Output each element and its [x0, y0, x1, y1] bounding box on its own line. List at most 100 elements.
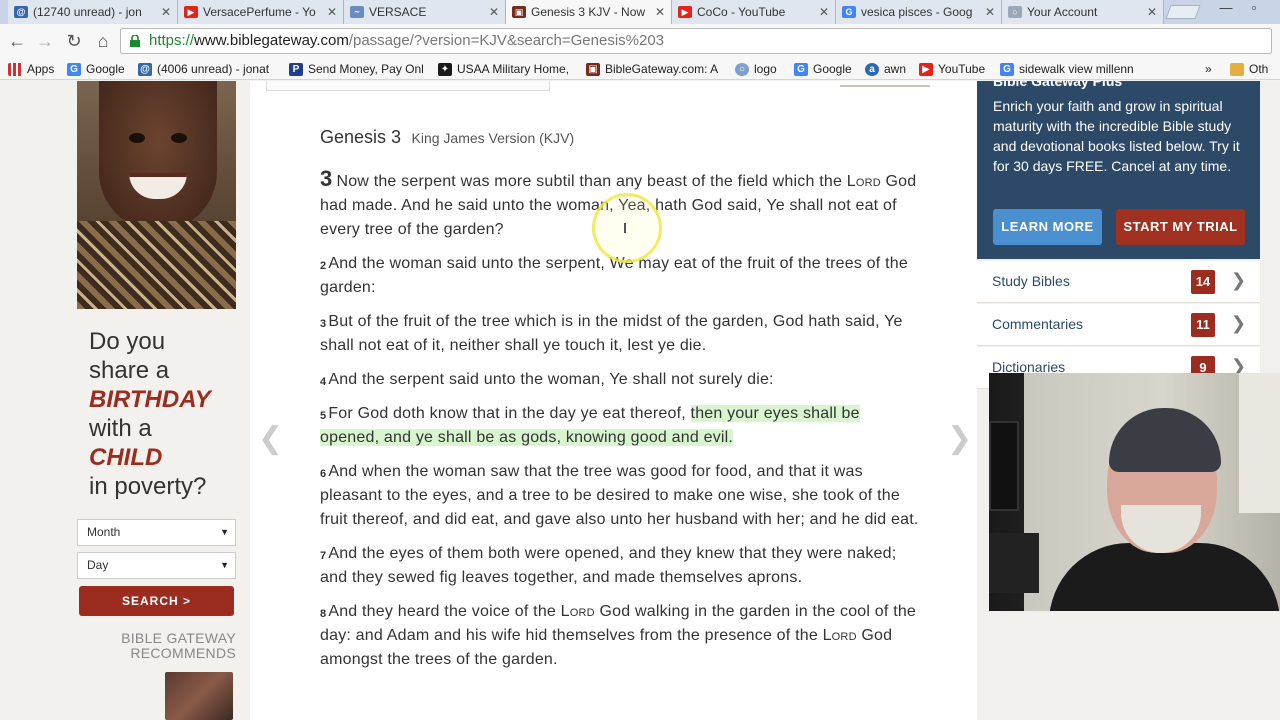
verse-text: And when the woman saw that the tree was… [320, 463, 919, 528]
verse: 8 And they heard the voice of the Lord Go… [320, 600, 920, 672]
bookmark-usaa[interactable]: ✦ USAA Military Home, [438, 61, 572, 77]
usaa-icon: ✦ [438, 62, 452, 76]
bookmark-label: Google [813, 62, 852, 76]
back-arrow-icon[interactable]: ← [5, 29, 29, 53]
close-icon[interactable]: ✕ [159, 5, 173, 19]
passage-version[interactable]: King James Version (KJV) [412, 130, 575, 146]
tab-your-account[interactable]: ○ Your Account ✕ [1002, 0, 1164, 24]
bookmark-apps[interactable]: Apps [8, 61, 54, 77]
verse-text: And they heard the voice of the [328, 603, 561, 620]
close-icon[interactable]: ✕ [1145, 5, 1159, 19]
birthday-search-button[interactable]: SEARCH > [79, 586, 234, 616]
recommends-line: BIBLE GATEWAY [121, 630, 236, 646]
close-icon[interactable]: ✕ [487, 5, 501, 19]
tab-genesis-active[interactable]: ▣ Genesis 3 KJV - Now ✕ [506, 0, 672, 24]
ad-line: with a [89, 415, 152, 442]
plus-heading: Bible Gateway Plus [993, 81, 1123, 89]
bookmarks-overflow-button[interactable]: » [1205, 61, 1212, 77]
birthday-ad-text[interactable]: Do you share a BIRTHDAY with a CHILD in … [89, 327, 239, 501]
ad-emphasis: BIRTHDAY [89, 386, 211, 413]
tab-coco-youtube[interactable]: ▶ CoCo - YouTube ✕ [672, 0, 836, 24]
bookmark-awn[interactable]: a awn [865, 61, 906, 77]
resource-count-badge: 14 [1191, 270, 1215, 294]
tab-title: (12740 unread) - jon [33, 5, 142, 19]
page-icon: ~ [350, 6, 364, 18]
passage-heading: Genesis 3 King James Version (KJV) [320, 127, 574, 148]
verse-text: But of the fruit of the tree which is in… [320, 313, 903, 354]
close-icon[interactable]: ✕ [983, 5, 997, 19]
new-tab-button[interactable] [1165, 5, 1201, 19]
month-select[interactable]: Month ▼ [77, 519, 236, 546]
address-bar[interactable]: https://www.biblegateway.com/passage/?ve… [120, 28, 1272, 54]
chevron-right-icon: ❯ [1231, 313, 1247, 333]
ad-line: in poverty? [89, 473, 207, 500]
tab-vesica-pisces[interactable]: G vesica pisces - Goog ✕ [836, 0, 1002, 24]
bookmark-google-2[interactable]: G Google [794, 61, 852, 77]
day-select-value: Day [87, 558, 109, 572]
apps-grid-icon [8, 62, 22, 76]
close-icon[interactable]: ✕ [653, 5, 667, 19]
bookmark-label: USAA Military Home, [457, 62, 570, 76]
google-icon: G [842, 6, 856, 18]
bookmark-biblegateway[interactable]: ▣ BibleGateway.com: A [586, 61, 722, 77]
tab-title: VersacePerfume - Yo [203, 5, 316, 19]
tab-versace-perfume[interactable]: ▶ VersacePerfume - Yo ✕ [178, 0, 344, 24]
tab-versace[interactable]: ~ VERSACE ✕ [344, 0, 506, 24]
awn-icon: a [865, 62, 879, 76]
bookmarks-bar: Apps G Google @ (4006 unread) - jonat P … [0, 58, 1280, 80]
verse-number: 6 [320, 468, 327, 480]
maximize-icon[interactable]: ▫ [1240, 0, 1268, 18]
resource-row-study-bibles[interactable]: Study Bibles 14 ❯ [977, 261, 1260, 303]
bookmark-label: sidewalk view millenn [1019, 62, 1134, 76]
bookmark-label: (4006 unread) - jonat [157, 62, 270, 76]
forward-arrow-icon[interactable]: → [33, 29, 57, 53]
tab-mail[interactable]: @ (12740 unread) - jon ✕ [8, 0, 178, 24]
bookmark-label: Google [86, 62, 125, 76]
minimize-icon[interactable]: — [1212, 0, 1240, 18]
day-select[interactable]: Day ▼ [77, 552, 236, 579]
tab-title: vesica pisces - Goog [861, 5, 973, 19]
bookmark-sidewalk-view[interactable]: G sidewalk view millenn [1000, 61, 1136, 77]
close-icon[interactable]: ✕ [817, 5, 831, 19]
start-trial-button[interactable]: START MY TRIAL [1116, 209, 1245, 245]
url-host: www.biblegateway.com [194, 32, 349, 49]
child-photo[interactable] [77, 81, 236, 309]
bookmark-logo[interactable]: ○ logo [735, 61, 777, 77]
ad-line: Do you [89, 328, 166, 355]
bookmark-label: BibleGateway.com: A [605, 62, 719, 76]
next-chapter-chevron-icon[interactable]: ❯ [947, 421, 972, 456]
bookmark-youtube[interactable]: ▶ YouTube [919, 61, 985, 77]
chevron-right-icon: ❯ [1231, 270, 1247, 290]
passage-tools[interactable] [840, 81, 930, 87]
url-path: /passage/?version=KJV&search=Genesis%203 [348, 32, 665, 49]
bible-gateway-recommends: BIBLE GATEWAY RECOMMENDS [85, 631, 236, 661]
ad-emphasis: CHILD [89, 444, 163, 471]
learn-more-button[interactable]: LEARN MORE [993, 209, 1102, 245]
verse: 7 And the eyes of them both were opened, … [320, 542, 920, 590]
bookmark-paypal[interactable]: P Send Money, Pay Onl [289, 61, 425, 77]
verse-text: And the woman said unto the serpent, We … [320, 255, 908, 296]
webcam-beanie [1109, 408, 1221, 472]
passage-content: ❮ ❯ Genesis 3 King James Version (KJV) 3… [250, 81, 977, 720]
tab-title: VERSACE [369, 5, 427, 19]
webcam-shelf [989, 533, 1039, 593]
bookmark-other-folder[interactable]: Oth [1230, 61, 1268, 77]
sweater [77, 221, 236, 309]
google-icon: G [794, 62, 808, 76]
bookmark-google[interactable]: G Google [67, 61, 125, 77]
home-icon[interactable]: ⌂ [91, 29, 115, 53]
recommends-line: RECOMMENDS [130, 645, 236, 661]
recommended-book-cover[interactable] [165, 672, 233, 720]
resource-row-commentaries[interactable]: Commentaries 11 ❯ [977, 304, 1260, 346]
verse-number: 7 [320, 550, 327, 562]
tab-title: Genesis 3 KJV - Now [531, 5, 646, 19]
close-icon[interactable]: ✕ [325, 5, 339, 19]
bookmark-label: YouTube [938, 62, 986, 76]
biblegateway-icon: ▣ [586, 62, 600, 76]
reload-icon[interactable]: ↻ [62, 29, 86, 53]
bookmark-mail[interactable]: @ (4006 unread) - jonat [138, 61, 278, 77]
verse-text: Now the serpent was more subtil than any… [336, 173, 847, 190]
month-select-value: Month [87, 525, 121, 539]
more-icon: » [1205, 62, 1212, 76]
previous-chapter-chevron-icon[interactable]: ❮ [258, 421, 283, 456]
